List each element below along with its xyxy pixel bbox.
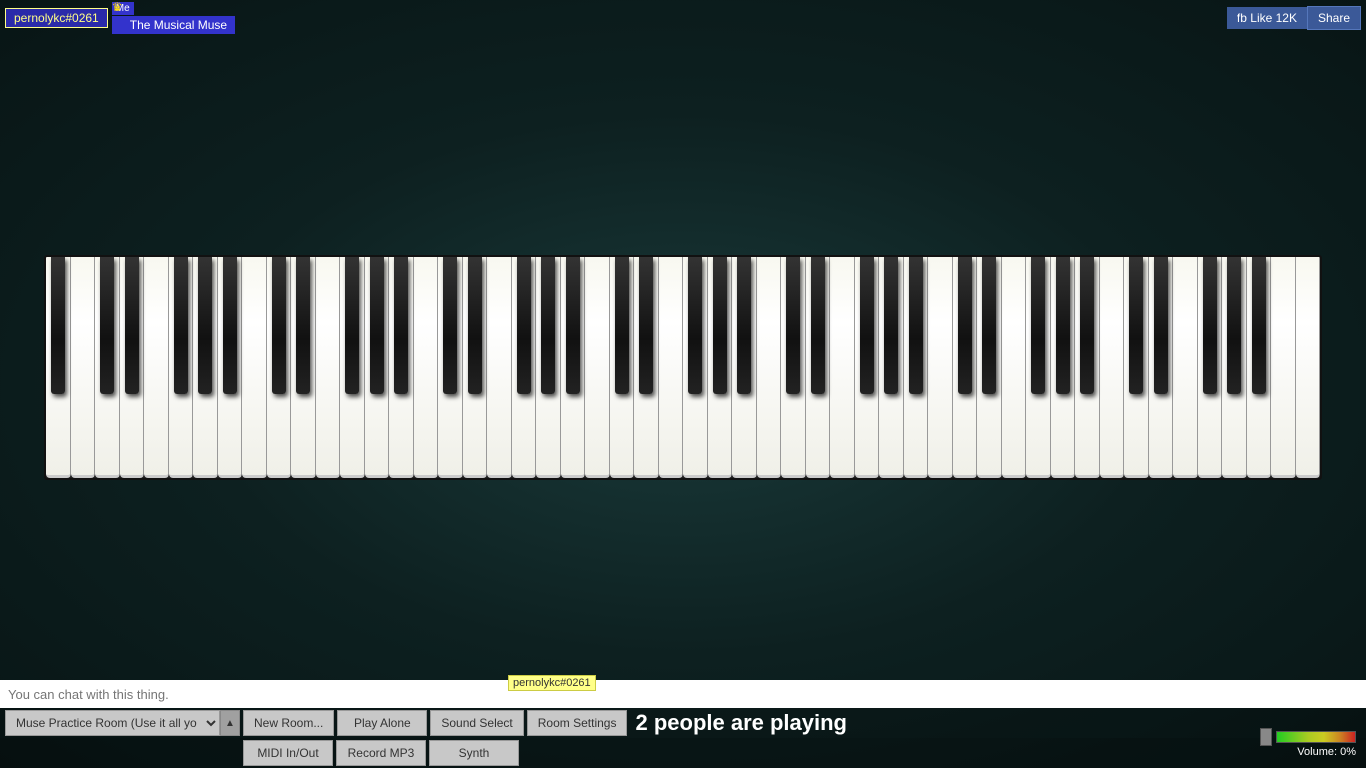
bottom-section: pernolykc#0261 Muse Practice Room (Use i…	[0, 680, 1366, 768]
black-key[interactable]	[100, 257, 114, 394]
black-key[interactable]	[1056, 257, 1070, 394]
fb-share-button[interactable]: Share	[1307, 6, 1361, 30]
black-key[interactable]	[958, 257, 972, 394]
black-key[interactable]	[566, 257, 580, 394]
room-select[interactable]: Muse Practice Room (Use it all you li	[5, 710, 220, 736]
volume-label: Volume: 0%	[1297, 746, 1356, 758]
white-key[interactable]	[659, 257, 684, 478]
black-key[interactable]	[1031, 257, 1045, 394]
black-key[interactable]	[296, 257, 310, 394]
black-key[interactable]	[713, 257, 727, 394]
volume-indicator	[1260, 728, 1272, 746]
players-count: 2	[635, 710, 647, 735]
black-key[interactable]	[1252, 257, 1266, 394]
username-badge[interactable]: pernolykc#0261	[5, 8, 108, 28]
white-key[interactable]	[1100, 257, 1125, 478]
second-controls-row: MIDI In/Out Record MP3 Synth	[0, 738, 1366, 768]
black-key[interactable]	[786, 257, 800, 394]
black-key[interactable]	[1080, 257, 1094, 394]
new-room-button[interactable]: New Room...	[243, 710, 334, 736]
black-key[interactable]	[541, 257, 555, 394]
white-key[interactable]	[757, 257, 782, 478]
white-key[interactable]	[414, 257, 439, 478]
synth-button[interactable]: Synth	[429, 740, 519, 766]
piano[interactable]	[44, 255, 1322, 480]
white-key[interactable]	[830, 257, 855, 478]
white-key[interactable]	[144, 257, 169, 478]
room-select-wrapper: Muse Practice Room (Use it all you li ▲	[5, 710, 240, 736]
black-key[interactable]	[639, 257, 653, 394]
white-key[interactable]	[316, 257, 341, 478]
crown-icon: ♛	[112, 0, 123, 14]
black-key[interactable]	[51, 257, 65, 394]
header-left: pernolykc#0261 Me ♛ The Musical Muse	[5, 2, 235, 34]
white-key[interactable]	[1002, 257, 1027, 478]
black-key[interactable]	[884, 257, 898, 394]
black-key[interactable]	[125, 257, 139, 394]
white-key[interactable]	[928, 257, 953, 478]
room-badge-wrapper: Me ♛ The Musical Muse	[112, 2, 235, 34]
black-key[interactable]	[174, 257, 188, 394]
black-key[interactable]	[982, 257, 996, 394]
white-key[interactable]	[487, 257, 512, 478]
black-key[interactable]	[1129, 257, 1143, 394]
black-key[interactable]	[737, 257, 751, 394]
fb-like-button[interactable]: fb Like 12K	[1227, 7, 1307, 29]
black-key[interactable]	[1154, 257, 1168, 394]
black-key[interactable]	[1203, 257, 1217, 394]
black-key[interactable]	[688, 257, 702, 394]
white-key[interactable]	[585, 257, 610, 478]
black-key[interactable]	[517, 257, 531, 394]
black-key[interactable]	[198, 257, 212, 394]
white-key[interactable]	[1296, 257, 1321, 478]
black-key[interactable]	[345, 257, 359, 394]
midi-in-out-button[interactable]: MIDI In/Out	[243, 740, 333, 766]
volume-bar-outer	[1260, 728, 1356, 746]
chat-row: pernolykc#0261	[0, 680, 1366, 708]
black-key[interactable]	[394, 257, 408, 394]
main-controls-row: Muse Practice Room (Use it all you li ▲ …	[0, 708, 1366, 738]
header: pernolykc#0261 Me ♛ The Musical Muse fb …	[0, 0, 1366, 35]
room-select-arrow[interactable]: ▲	[220, 710, 240, 736]
players-label: people are playing	[654, 710, 847, 735]
white-key[interactable]	[1173, 257, 1198, 478]
black-key[interactable]	[811, 257, 825, 394]
white-key[interactable]	[1271, 257, 1296, 478]
chat-input[interactable]	[0, 680, 1366, 708]
black-key[interactable]	[370, 257, 384, 394]
black-key[interactable]	[443, 257, 457, 394]
white-key[interactable]	[242, 257, 267, 478]
players-info: 2 people are playing	[635, 710, 847, 736]
sound-select-button[interactable]: Sound Select	[430, 710, 523, 736]
fb-buttons: fb Like 12K Share	[1227, 6, 1361, 30]
black-key[interactable]	[860, 257, 874, 394]
record-mp3-button[interactable]: Record MP3	[336, 740, 426, 766]
play-alone-button[interactable]: Play Alone	[337, 710, 427, 736]
black-key[interactable]	[223, 257, 237, 394]
black-key[interactable]	[909, 257, 923, 394]
volume-bar-wrapper: Volume: 0%	[1260, 728, 1356, 760]
black-key[interactable]	[615, 257, 629, 394]
black-key[interactable]	[272, 257, 286, 394]
black-key[interactable]	[1227, 257, 1241, 394]
piano-container	[44, 255, 1322, 480]
room-settings-button[interactable]: Room Settings	[527, 710, 628, 736]
black-key[interactable]	[468, 257, 482, 394]
volume-gradient-bar[interactable]	[1276, 731, 1356, 743]
room-name-badge[interactable]: The Musical Muse	[112, 16, 235, 34]
white-key[interactable]	[71, 257, 96, 478]
